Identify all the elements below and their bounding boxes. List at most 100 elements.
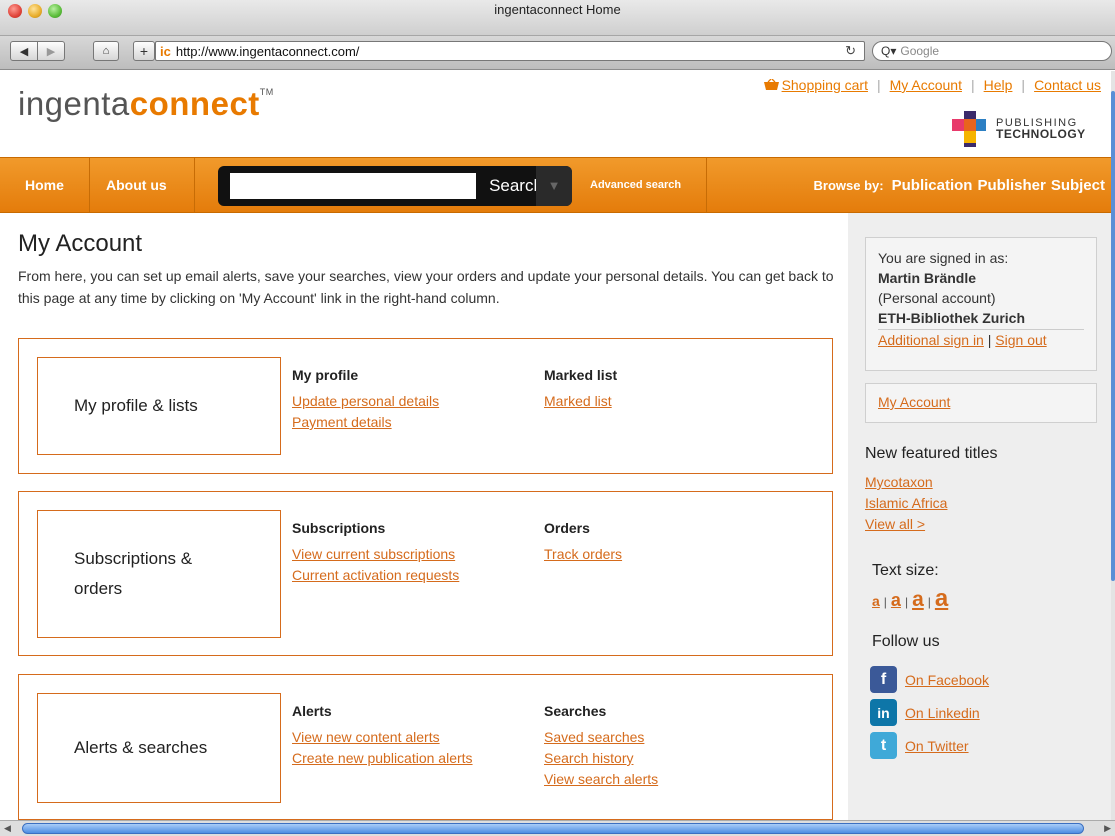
site-logo[interactable]: ingentaconnectTM (18, 85, 274, 123)
view-new-content-alerts-link[interactable]: View new content alerts (292, 729, 473, 745)
shopping-cart-link[interactable]: Shopping cart (782, 77, 868, 93)
back-icon: ◀ (19, 45, 29, 58)
url-text: http://www.ingentaconnect.com/ (175, 43, 360, 59)
additional-sign-in-link[interactable]: Additional sign in (878, 332, 984, 348)
tile-line2: orders (74, 579, 123, 598)
marked-list-link[interactable]: Marked list (544, 393, 617, 409)
follow-us-heading: Follow us (872, 633, 940, 650)
track-orders-link[interactable]: Track orders (544, 546, 622, 562)
help-link[interactable]: Help (984, 77, 1013, 93)
vertical-scroll-thumb[interactable] (1111, 91, 1115, 581)
vertical-scrollbar[interactable] (1111, 71, 1115, 820)
view-current-subscriptions-link[interactable]: View current subscriptions (292, 546, 459, 562)
scroll-left-icon[interactable]: ◀ (4, 823, 11, 834)
featured-title-link[interactable]: Mycotaxon (865, 474, 933, 490)
browser-toolbar: ◀ ▶ ⌂ + ic http://www.ingentaconnect.com… (0, 36, 1115, 70)
update-personal-details-link[interactable]: Update personal details (292, 393, 439, 409)
social-facebook: f On Facebook (870, 666, 989, 693)
divider: | (987, 332, 992, 348)
contact-us-link[interactable]: Contact us (1034, 77, 1101, 93)
divider: | (970, 77, 975, 93)
tile-line1: Subscriptions & (74, 549, 193, 568)
browser-search-field[interactable]: Q▾ Google (872, 41, 1112, 61)
partner-line2: TECHNOLOGY (996, 127, 1086, 141)
signed-in-box: You are signed in as: Martin Brändle (Pe… (865, 237, 1097, 371)
facebook-link[interactable]: On Facebook (905, 672, 989, 688)
facebook-icon: f (870, 666, 897, 693)
text-size-heading: Text size: (872, 562, 939, 579)
window-titlebar: ingentaconnect Home (0, 0, 1115, 36)
text-size-large[interactable]: a (912, 588, 924, 611)
nav-divider (706, 158, 707, 212)
search-input[interactable] (230, 173, 476, 199)
view-all-featured-link[interactable]: View all > (865, 516, 925, 532)
signin-actions: Additional sign in | Sign out (878, 330, 1084, 350)
section-tile-profile: My profile & lists (37, 357, 281, 455)
browse-publisher[interactable]: Publisher (977, 177, 1045, 194)
section-alerts-searches: Alerts & searches Alerts View new conten… (18, 674, 833, 820)
nav-home[interactable]: Home (25, 158, 64, 212)
intro-text: From here, you can set up email alerts, … (18, 268, 834, 306)
payment-details-link[interactable]: Payment details (292, 414, 439, 430)
horizontal-scrollbar[interactable]: ◀ ▶ (0, 820, 1115, 836)
browser-search-placeholder: Google (900, 44, 940, 58)
featured-titles-heading: New featured titles (865, 445, 998, 462)
text-size-medium[interactable]: a (891, 590, 901, 610)
back-button[interactable]: ◀ (10, 41, 38, 61)
scroll-right-icon[interactable]: ▶ (1104, 823, 1111, 834)
forward-icon: ▶ (46, 45, 56, 58)
search-options-dropdown[interactable]: ▼ (536, 166, 572, 206)
my-account-box: My Account (865, 383, 1097, 423)
advanced-search-link[interactable]: Advanced search (590, 158, 681, 212)
section-col-my-profile: My profile Update personal details Payme… (292, 367, 439, 435)
window-title: ingentaconnect Home (494, 2, 621, 17)
add-bookmark-button[interactable]: + (133, 41, 155, 61)
publishing-technology-text: PUBLISHING TECHNOLOGY (996, 118, 1086, 141)
section-heading: Searches (544, 703, 607, 719)
saved-searches-link[interactable]: Saved searches (544, 729, 658, 745)
view-search-alerts-link[interactable]: View search alerts (544, 771, 658, 787)
home-button[interactable]: ⌂ (93, 41, 119, 61)
address-bar[interactable]: ic http://www.ingentaconnect.com/ ↻ (155, 41, 865, 61)
nav-about-us[interactable]: About us (106, 158, 167, 212)
page-title: My Account (18, 230, 143, 257)
linkedin-link[interactable]: On Linkedin (905, 705, 980, 721)
publishing-technology-logo[interactable]: PUBLISHING TECHNOLOGY (950, 109, 1086, 149)
social-linkedin: in On Linkedin (870, 699, 980, 726)
main-content: My Account From here, you can set up ema… (18, 213, 838, 820)
current-activation-requests-link[interactable]: Current activation requests (292, 567, 459, 583)
nav-divider (194, 158, 195, 212)
section-tile-subscriptions: Subscriptions & orders (37, 510, 281, 638)
section-heading: My profile (292, 367, 359, 383)
page-content: ingentaconnectTM Shopping cart | My Acco… (0, 71, 1115, 820)
section-heading: Orders (544, 520, 590, 536)
twitter-link[interactable]: On Twitter (905, 738, 969, 754)
text-size-xlarge[interactable]: a (935, 585, 948, 612)
text-size-small[interactable]: a (872, 593, 880, 609)
reload-icon[interactable]: ↻ (845, 43, 856, 59)
my-account-link[interactable]: My Account (890, 77, 962, 93)
logo-text-ingenta: ingenta (18, 85, 130, 122)
featured-title-link[interactable]: Islamic Africa (865, 495, 947, 511)
browse-publication[interactable]: Publication (892, 177, 973, 194)
sign-out-link[interactable]: Sign out (995, 332, 1046, 348)
create-new-publication-alerts-link[interactable]: Create new publication alerts (292, 750, 473, 766)
search-history-link[interactable]: Search history (544, 750, 658, 766)
section-col-marked-list: Marked list Marked list (544, 367, 617, 414)
section-col-orders: Orders Track orders (544, 520, 622, 567)
divider: | (883, 595, 887, 609)
divider: | (1021, 77, 1026, 93)
text-size-controls: a | a | a | a (872, 585, 948, 613)
social-twitter: t On Twitter (870, 732, 969, 759)
horizontal-scroll-thumb[interactable] (22, 823, 1084, 834)
sidebar-my-account-link[interactable]: My Account (878, 394, 950, 410)
logo-text-connect: connect (129, 85, 260, 122)
organization-name: ETH-Bibliothek Zurich (878, 308, 1084, 330)
shopping-cart-icon (763, 79, 779, 90)
browse-subject[interactable]: Subject (1051, 177, 1105, 194)
divider: | (904, 595, 909, 609)
forward-button[interactable]: ▶ (37, 41, 65, 61)
nav-divider (89, 158, 90, 212)
section-tile-alerts: Alerts & searches (37, 693, 281, 803)
section-col-alerts: Alerts View new content alerts Create ne… (292, 703, 473, 771)
